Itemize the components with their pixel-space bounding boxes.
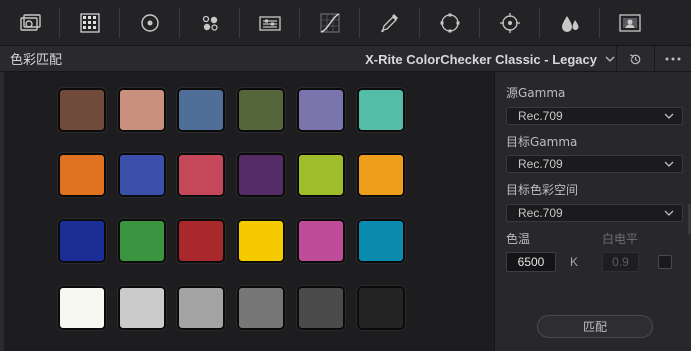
chart-preset-dropdown[interactable]: X-Rite ColorChecker Classic - Legacy (365, 46, 615, 72)
panel-header: 色彩匹配 X-Rite ColorChecker Classic - Legac… (0, 46, 691, 72)
color-swatch (118, 88, 166, 132)
color-swatch (177, 88, 225, 132)
toolbar (0, 0, 691, 46)
match-button[interactable]: 匹配 (537, 315, 653, 338)
blur-icon (561, 15, 578, 32)
color-swatch (58, 153, 106, 197)
target-gamma-dropdown[interactable]: Rec.709 (506, 155, 683, 173)
color-swatch (58, 286, 106, 330)
color-swatch (297, 88, 345, 132)
source-gamma-label: 源Gamma (506, 86, 566, 100)
tool-camera-raw[interactable] (0, 0, 59, 46)
color-match-icon (79, 12, 100, 33)
color-swatch (237, 286, 285, 330)
panel-title: 色彩匹配 (10, 53, 63, 68)
tool-blur[interactable] (540, 0, 599, 46)
chart-preset-label: X-Rite ColorChecker Classic - Legacy (365, 51, 597, 67)
chevron-down-icon (605, 56, 615, 62)
camera-raw-icon (19, 13, 41, 31)
color-swatch (237, 153, 285, 197)
qualifier-icon (380, 13, 398, 32)
left-edge-strip (0, 72, 4, 351)
source-gamma-dropdown[interactable]: Rec.709 (506, 107, 683, 125)
source-gamma-value: Rec.709 (518, 109, 563, 123)
tool-rgb-mixer[interactable] (240, 0, 299, 46)
color-swatch (58, 219, 106, 263)
tool-color-wheels[interactable] (120, 0, 179, 46)
tool-tracker[interactable] (480, 0, 539, 46)
color-swatch (118, 153, 166, 197)
color-swatch (297, 219, 345, 263)
match-settings-panel: 源Gamma Rec.709 目标Gamma Rec.709 目标色彩空间 Re… (494, 72, 691, 351)
color-swatch (177, 219, 225, 263)
tool-hdr-wheels[interactable] (180, 0, 239, 46)
tool-key[interactable] (600, 0, 659, 46)
target-gamma-label: 目标Gamma (506, 135, 578, 149)
color-swatch (118, 219, 166, 263)
color-temp-unit: K (570, 255, 579, 269)
color-swatch (118, 286, 166, 330)
color-swatch (357, 286, 405, 330)
color-temp-label: 色温 (506, 232, 531, 246)
more-options-button[interactable] (654, 46, 691, 72)
color-swatch (177, 153, 225, 197)
tool-window[interactable] (420, 0, 479, 46)
chevron-down-icon (664, 161, 674, 167)
color-swatch (237, 219, 285, 263)
white-level-checkbox[interactable] (658, 255, 672, 269)
rgb-mixer-icon (258, 15, 281, 31)
color-swatch (357, 153, 405, 197)
tool-curves[interactable] (300, 0, 359, 46)
white-level-label: 白电平 (602, 232, 639, 246)
hdr-wheels-icon (202, 15, 218, 31)
target-colorspace-label: 目标色彩空间 (506, 183, 579, 197)
color-wheels-icon (140, 13, 159, 32)
target-colorspace-value: Rec.709 (518, 206, 563, 220)
target-colorspace-dropdown[interactable]: Rec.709 (506, 204, 683, 222)
chevron-down-icon (664, 210, 674, 216)
window-icon (440, 13, 459, 32)
reset-icon (630, 53, 641, 64)
tracker-icon (499, 12, 520, 33)
color-swatch (357, 88, 405, 132)
more-options-icon (665, 57, 681, 61)
tool-color-match[interactable] (60, 0, 119, 46)
white-level-input[interactable]: 0.9 (602, 252, 639, 272)
reset-button[interactable] (616, 46, 654, 72)
color-swatch (297, 153, 345, 197)
color-swatch (237, 88, 285, 132)
chevron-down-icon (664, 113, 674, 119)
color-swatch (297, 286, 345, 330)
key-icon (618, 13, 641, 32)
color-temp-input[interactable]: 6500 (506, 252, 556, 272)
color-swatch (357, 219, 405, 263)
curves-icon (320, 12, 339, 33)
color-swatch (58, 88, 106, 132)
tool-qualifier[interactable] (360, 0, 419, 46)
color-swatch (177, 286, 225, 330)
target-gamma-value: Rec.709 (518, 157, 563, 171)
